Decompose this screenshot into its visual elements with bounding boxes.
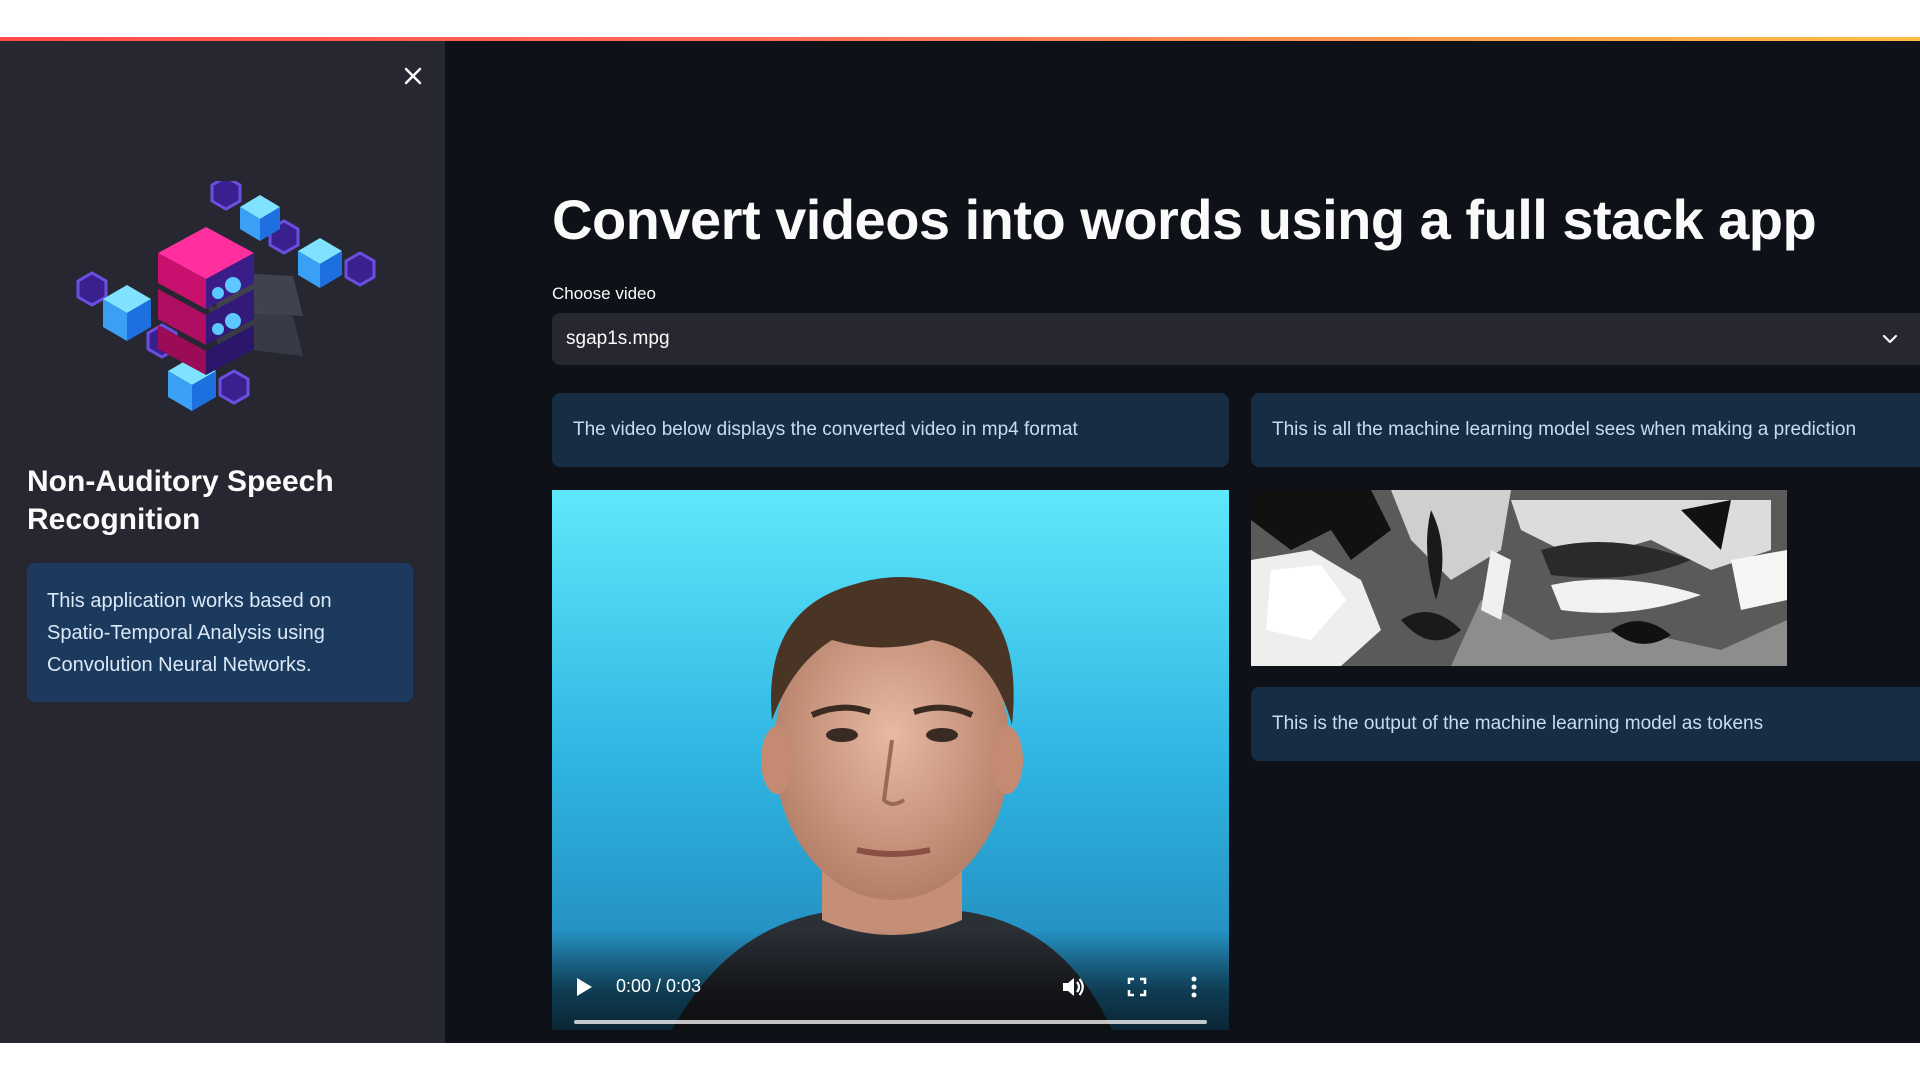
video-player[interactable]: 0:00 / 0:03 bbox=[552, 490, 1229, 1030]
more-vertical-icon[interactable] bbox=[1188, 974, 1200, 1000]
page-title: Convert videos into words using a full s… bbox=[552, 188, 1817, 251]
sidebar-info-box: This application works based on Spatio-T… bbox=[27, 563, 413, 702]
model-input-info: This is all the machine learning model s… bbox=[1251, 393, 1920, 467]
video-progress-bar[interactable] bbox=[574, 1020, 1207, 1024]
sidebar: Non-Auditory Speech Recognition This app… bbox=[0, 41, 445, 1043]
video-select-value: sgap1s.mpg bbox=[566, 328, 670, 349]
select-label: Choose video bbox=[552, 284, 656, 303]
sidebar-title: Non-Auditory Speech Recognition bbox=[27, 465, 334, 536]
app-window: Non-Auditory Speech Recognition This app… bbox=[0, 37, 1920, 1043]
model-output-tokens-info: This is the output of the machine learni… bbox=[1251, 687, 1920, 761]
volume-icon[interactable] bbox=[1060, 974, 1086, 1000]
model-input-frame-image bbox=[1251, 490, 1787, 666]
converted-video-info: The video below displays the converted v… bbox=[552, 393, 1229, 467]
fullscreen-icon[interactable] bbox=[1126, 976, 1148, 998]
page-bottom-margin bbox=[0, 1043, 1920, 1080]
video-select[interactable]: sgap1s.mpg bbox=[552, 313, 1920, 365]
main-content: Convert videos into words using a full s… bbox=[445, 41, 1920, 1043]
video-time-display: 0:00 / 0:03 bbox=[616, 976, 702, 996]
page-top-margin bbox=[0, 0, 1920, 37]
video-controls: 0:00 / 0:03 bbox=[552, 930, 1229, 1030]
chevron-down-icon bbox=[1880, 329, 1900, 349]
play-icon[interactable] bbox=[574, 976, 594, 998]
close-icon[interactable] bbox=[398, 61, 428, 91]
isometric-server-cubes-logo-icon bbox=[58, 175, 388, 411]
